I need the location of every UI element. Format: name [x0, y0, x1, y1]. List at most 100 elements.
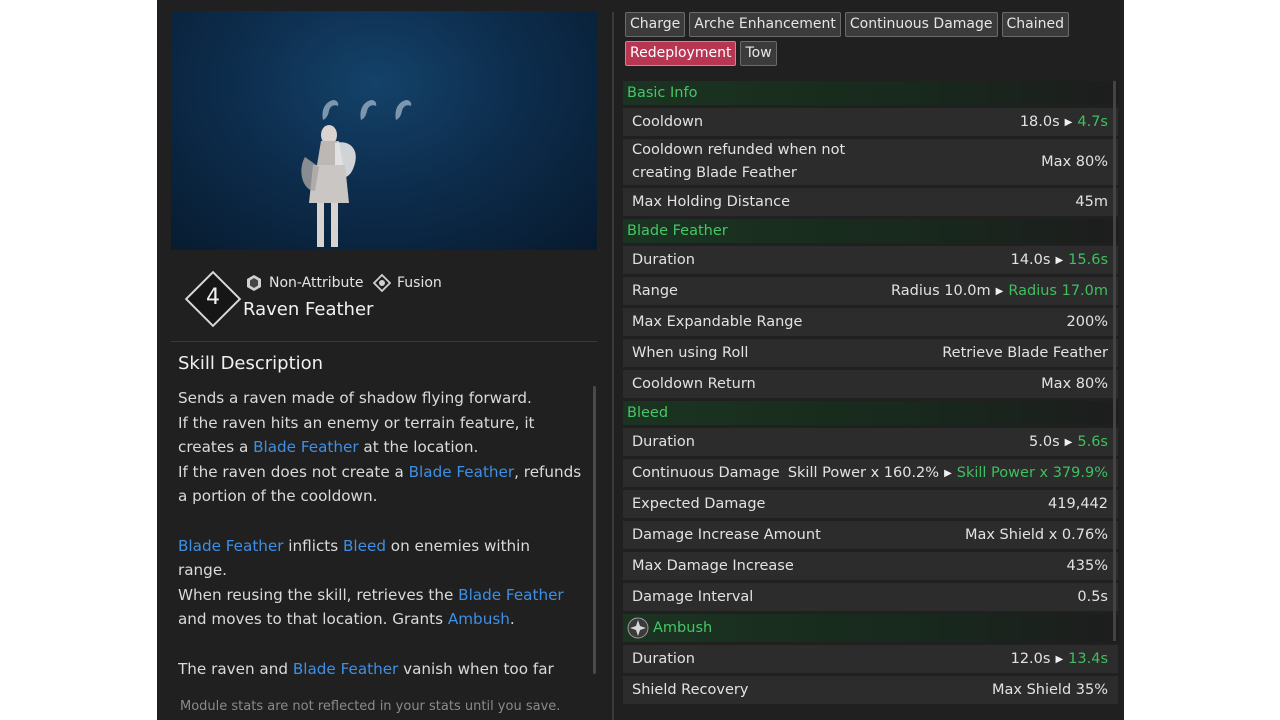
stat-row: Damage Interval 0.5s: [623, 583, 1118, 611]
stat-value: 5.0s ▶ 5.6s: [1029, 434, 1108, 450]
stat-row: Duration 14.0s ▶ 15.6s: [623, 246, 1118, 274]
stat-name: Duration: [632, 433, 695, 450]
skill-tags: Charge Arche Enhancement Continuous Dama…: [625, 12, 1095, 70]
stat-name: Continuous Damage: [632, 464, 780, 481]
stat-row: Continuous Damage Skill Power x 160.2% ▶ S…: [623, 459, 1118, 487]
stat-row: Cooldown Return Max 80%: [623, 370, 1118, 398]
tag-continuous-damage[interactable]: Continuous Damage: [844, 12, 998, 37]
description-line: range.: [178, 561, 227, 580]
stat-value: Radius 10.0m ▶ Radius 17.0m: [891, 283, 1108, 299]
skill-info-column: 4 Non-Attribute Fusion Raven Feather Ski…: [157, 0, 609, 720]
stat-value: 12.0s ▶ 13.4s: [1010, 651, 1108, 667]
attribute-non-attribute: Non-Attribute: [245, 274, 363, 292]
keyword-blade-feather[interactable]: Blade Feather: [293, 660, 398, 678]
section-blade-feather: Blade Feather: [623, 219, 1118, 243]
skill-name: Raven Feather: [243, 299, 374, 320]
arrow-right-icon: ▶: [944, 467, 952, 479]
arrow-right-icon: ▶: [1064, 116, 1073, 128]
tag-redeployment[interactable]: Redeployment: [625, 41, 737, 66]
description-line: creates a Blade Feather at the location.: [178, 438, 479, 457]
tag-charge[interactable]: Charge: [625, 12, 686, 37]
stat-value: Skill Power x 160.2% ▶ Skill Power x 379.9…: [787, 465, 1108, 481]
stat-name: Max Expandable Range: [632, 313, 803, 330]
stat-name: Max Holding Distance: [632, 193, 791, 210]
tag-chained[interactable]: Chained: [1001, 12, 1069, 37]
stat-row: Range Radius 10.0m ▶ Radius 17.0m: [623, 277, 1118, 305]
stat-row: When using Roll Retrieve Blade Feather: [623, 339, 1118, 367]
description-line: If the raven does not create a Blade Fea…: [178, 462, 582, 481]
stat-row: Cooldown 18.0s ▶ 4.7s: [623, 108, 1118, 136]
column-divider: [612, 12, 614, 720]
arrow-right-icon: ▶: [995, 285, 1004, 297]
attribute-fusion: Fusion: [373, 274, 442, 292]
arrow-right-icon: ▶: [1064, 436, 1073, 448]
description-scrollbar[interactable]: [593, 386, 596, 674]
stat-name: Damage Increase Amount: [632, 526, 821, 543]
stat-value: Max 80%: [1041, 154, 1108, 170]
stats-column: Charge Arche Enhancement Continuous Dama…: [623, 0, 1118, 720]
keyword-ambush[interactable]: Ambush: [448, 610, 510, 628]
stat-row: Max Damage Increase 435%: [623, 552, 1118, 580]
raven-projectile-icon: [360, 100, 377, 120]
stat-name: Range: [632, 282, 678, 299]
stat-row: Duration 5.0s ▶ 5.6s: [623, 428, 1118, 456]
stat-name: Shield Recovery: [632, 681, 749, 698]
stat-value: 419,442: [1048, 496, 1108, 512]
stat-name: Cooldown Return: [632, 375, 756, 392]
raven-projectile-icon: [395, 100, 412, 120]
section-bleed: Bleed: [623, 401, 1118, 425]
footer-note: Module stats are not reflected in your s…: [180, 699, 561, 714]
stat-row: Max Holding Distance 45m: [623, 188, 1118, 216]
stat-value: Retrieve Blade Feather: [942, 345, 1108, 361]
stat-name: Duration: [632, 251, 695, 268]
stat-name: Cooldown refunded when not creating Blade…: [632, 142, 846, 181]
tag-tow[interactable]: Tow: [740, 41, 777, 66]
stat-name: Duration: [632, 650, 695, 667]
stat-row: Max Expandable Range 200%: [623, 308, 1118, 336]
keyword-blade-feather[interactable]: Blade Feather: [253, 438, 358, 456]
ambush-icon: [627, 617, 649, 639]
divider: [171, 341, 597, 342]
stat-value: 18.0s ▶ 4.7s: [1019, 114, 1108, 130]
description-line: a portion of the cooldown.: [178, 487, 378, 506]
stat-name: Damage Interval: [632, 588, 754, 605]
keyword-blade-feather[interactable]: Blade Feather: [178, 537, 283, 555]
stat-row: Shield Recovery Max Shield 35%: [623, 676, 1118, 704]
raven-projectile-icon: [322, 100, 339, 120]
attribute-label: Fusion: [397, 275, 442, 291]
stats-scrollbar[interactable]: [1113, 81, 1116, 641]
skill-detail-panel: 4 Non-Attribute Fusion Raven Feather Ski…: [157, 0, 1124, 720]
stat-value: Max 80%: [1041, 376, 1108, 392]
stat-value: Max Shield 35%: [992, 682, 1108, 698]
stat-value: 0.5s: [1077, 589, 1108, 605]
description-line: Blade Feather inflicts Bleed on enemies …: [178, 536, 531, 555]
attribute-label: Non-Attribute: [269, 275, 364, 291]
stats-list[interactable]: Basic Info Cooldown 18.0s ▶ 4.7s Cooldown …: [623, 81, 1118, 707]
keyword-blade-feather[interactable]: Blade Feather: [409, 463, 514, 481]
description-line: and moves to that location. Grants Ambus…: [178, 610, 515, 629]
stat-row: Expected Damage 419,442: [623, 490, 1118, 518]
fusion-icon: [373, 274, 391, 292]
description-title: Skill Description: [178, 353, 324, 374]
skill-rank-number: 4: [206, 285, 220, 310]
section-ambush: Ambush: [623, 614, 1118, 642]
stat-value: 14.0s ▶ 15.6s: [1010, 252, 1108, 268]
stat-name: Cooldown: [632, 113, 704, 130]
keyword-blade-feather[interactable]: Blade Feather: [458, 586, 563, 604]
stat-value: 45m: [1075, 194, 1108, 210]
arrow-right-icon: ▶: [1055, 653, 1064, 665]
stat-row: Damage Increase Amount Max Shield x 0.76…: [623, 521, 1118, 549]
skill-header: 4 Non-Attribute Fusion Raven Feather: [181, 270, 601, 328]
non-attribute-icon: [247, 275, 261, 291]
character-figure: [301, 125, 356, 247]
description-body[interactable]: Sends a raven made of shadow flying forw…: [178, 386, 588, 678]
description-line: The raven and Blade Feather vanish when …: [178, 659, 554, 678]
description-line: When reusing the skill, retrieves the Bl…: [178, 585, 564, 604]
stat-value: Max Shield x 0.76%: [964, 527, 1108, 543]
description-line: Sends a raven made of shadow flying forw…: [178, 389, 532, 407]
tag-arche-enhancement[interactable]: Arche Enhancement: [689, 12, 841, 37]
skill-preview-video[interactable]: [171, 11, 597, 250]
stat-name: Expected Damage: [632, 495, 766, 512]
stat-name: Max Damage Increase: [632, 557, 794, 574]
keyword-bleed[interactable]: Bleed: [343, 537, 386, 555]
